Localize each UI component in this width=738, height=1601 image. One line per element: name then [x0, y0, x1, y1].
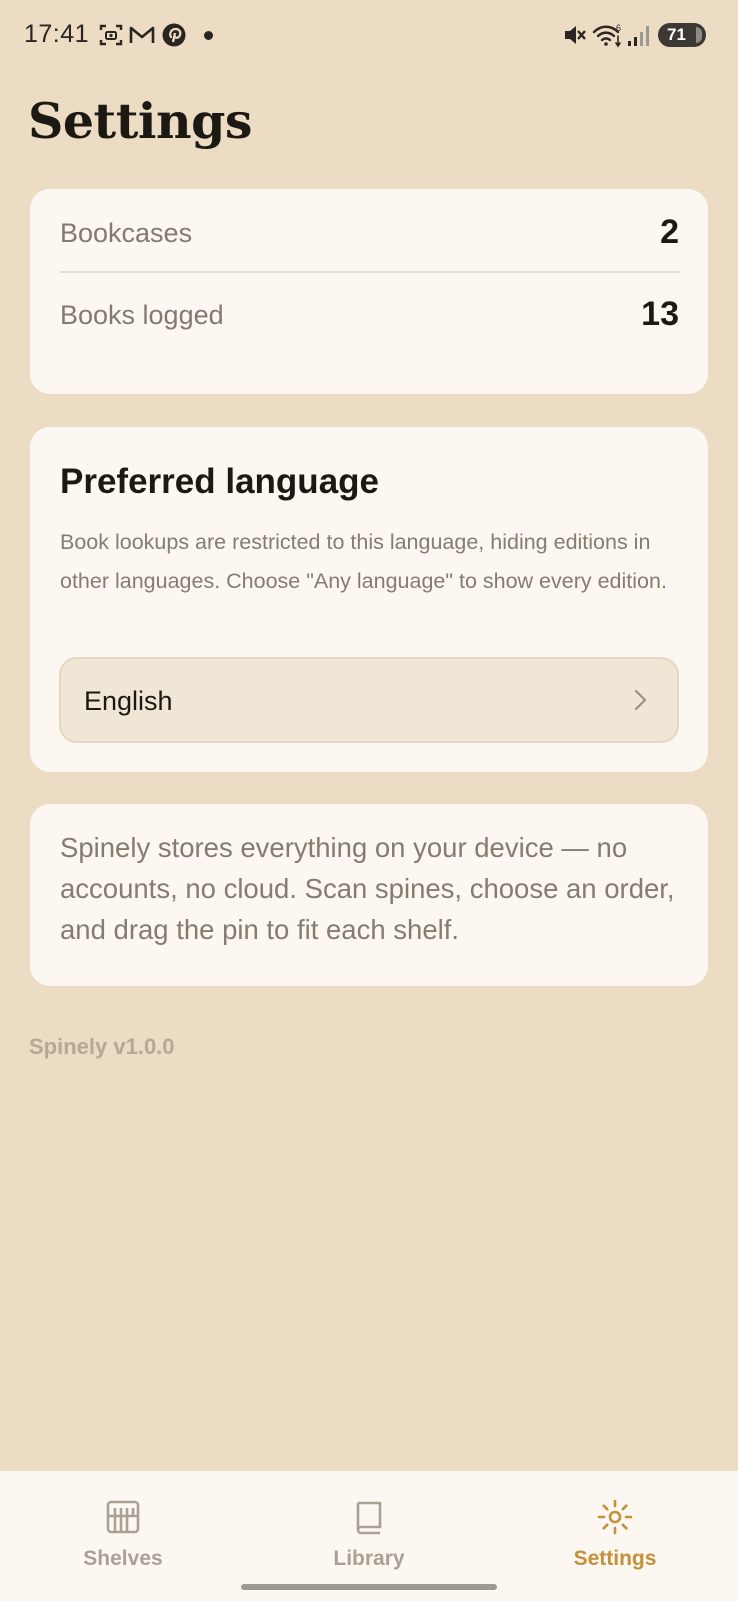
nav-label: Settings [573, 1547, 657, 1570]
wifi-icon: 6 [592, 23, 621, 48]
bottom-nav: Shelves Library Settings [0, 1470, 738, 1601]
chevron-right-icon [634, 689, 647, 711]
mute-icon [565, 26, 586, 44]
page-title: Settings [28, 92, 252, 150]
stat-label: Books logged [60, 300, 224, 330]
language-select[interactable]: English [59, 657, 679, 743]
nav-item-library[interactable]: Library [279, 1471, 459, 1571]
book-icon [356, 1501, 382, 1535]
app-version: Spinely v1.0.0 [29, 1034, 175, 1059]
gmail-icon [129, 26, 155, 43]
language-selected-value: English [84, 686, 173, 716]
svg-text:6: 6 [616, 23, 621, 33]
status-time: 17:41 [24, 20, 90, 48]
nav-item-settings[interactable]: Settings [525, 1471, 705, 1571]
language-title: Preferred language [60, 462, 379, 501]
status-bar: 17:41 6 71 [0, 0, 738, 70]
shelves-icon [106, 1500, 140, 1534]
face-scan-icon [99, 24, 123, 46]
pinterest-icon [162, 23, 186, 47]
stat-value: 2 [660, 213, 679, 251]
signal-icon [628, 26, 649, 46]
notification-dot [204, 31, 213, 40]
stats-card: Bookcases 2 Books logged 13 [30, 189, 708, 394]
gear-icon [597, 1499, 633, 1535]
nav-label: Shelves [83, 1547, 163, 1570]
stat-value: 13 [641, 295, 679, 333]
about-text: Spinely stores everything on your device… [60, 832, 675, 945]
battery-icon: 71 [658, 23, 706, 47]
stat-row-bookcases: Bookcases 2 [60, 191, 679, 273]
language-card: Preferred language Book lookups are rest… [30, 427, 708, 772]
about-card: Spinely stores everything on your device… [30, 804, 708, 986]
home-indicator[interactable] [241, 1584, 497, 1590]
language-description: Book lookups are restricted to this lang… [60, 530, 667, 593]
nav-item-shelves[interactable]: Shelves [33, 1471, 213, 1571]
stat-label: Bookcases [60, 218, 193, 248]
nav-label: Library [333, 1547, 405, 1570]
stat-row-books-logged: Books logged 13 [60, 273, 679, 353]
